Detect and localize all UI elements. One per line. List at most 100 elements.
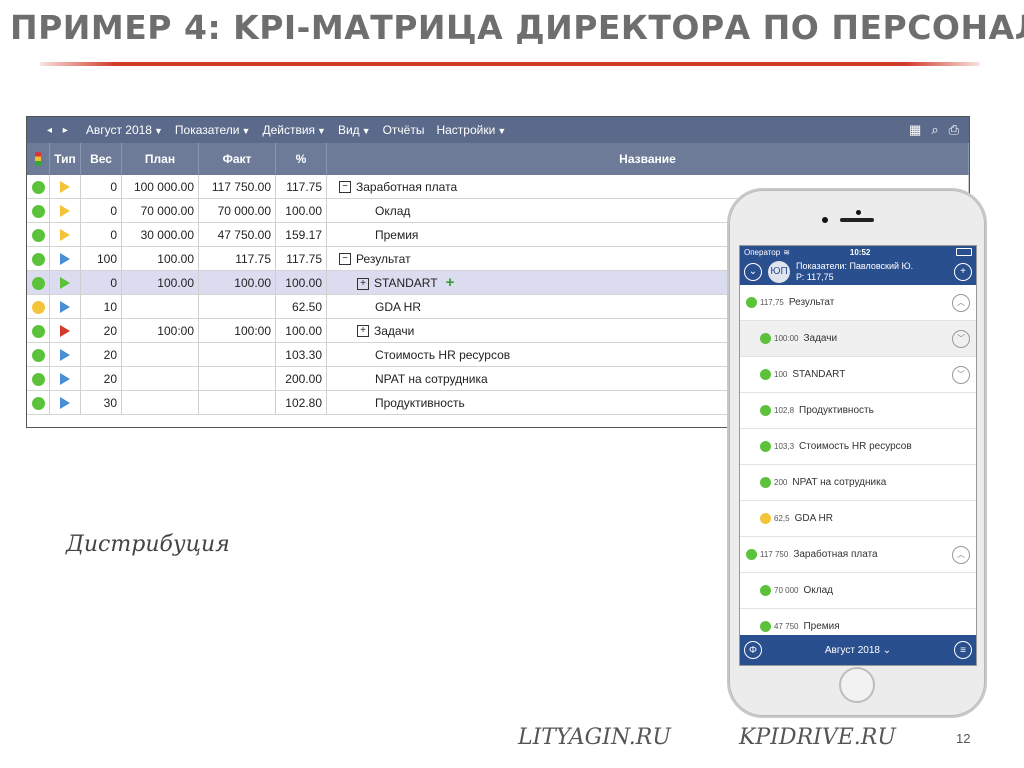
weight-cell: 20 [80, 366, 122, 391]
menu-indicators[interactable]: Показатели ▼ [175, 123, 251, 137]
list-item[interactable]: 102,8 Продуктивность [740, 393, 976, 429]
weight-cell: 0 [80, 222, 122, 247]
expand-icon[interactable]: + [357, 325, 369, 338]
kpi-name: STANDART [374, 276, 438, 290]
item-label: Продуктивность [799, 405, 874, 416]
expand-icon[interactable]: + [357, 277, 369, 290]
list-item[interactable]: 200 NPAT на сотрудника [740, 465, 976, 501]
plan-cell [121, 390, 199, 415]
chevron-up-icon[interactable]: ︿ [952, 293, 970, 312]
menu-actions[interactable]: Действия ▼ [262, 123, 326, 137]
status-dot-icon [760, 369, 771, 380]
collapse-icon[interactable]: − [339, 253, 351, 266]
item-value: 117 750 [760, 550, 789, 559]
chevron-down-icon[interactable]: ﹀ [952, 329, 970, 348]
status-dot-icon [31, 252, 45, 266]
item-label: STANDART [792, 369, 846, 380]
column-header-status[interactable] [27, 143, 50, 175]
clock-label: 10:52 [849, 247, 871, 257]
footer-site-right[interactable]: KPIDRIVE.RU [739, 725, 896, 750]
item-label: Оклад [803, 585, 833, 596]
list-item[interactable]: 70 000 Оклад [740, 573, 976, 609]
item-value: 47 750 [774, 622, 799, 631]
weight-cell: 100 [80, 246, 122, 271]
column-header-weight[interactable]: Вес [80, 143, 122, 175]
filter-button[interactable]: Φ [744, 641, 762, 659]
search-icon[interactable]: ⌕ [931, 122, 938, 138]
menu-button[interactable]: ≡ [953, 641, 972, 659]
status-dot-icon [746, 297, 757, 308]
status-cell [27, 318, 50, 343]
type-flag-icon [60, 181, 70, 194]
plan-cell: 100:00 [121, 318, 199, 343]
weight-cell: 0 [80, 270, 122, 295]
add-button[interactable]: + [954, 262, 972, 281]
home-button[interactable] [839, 667, 875, 703]
plan-cell: 100 000.00 [121, 175, 199, 199]
kpi-name: Стоимость HR ресурсов [375, 347, 511, 362]
period-dropdown[interactable]: Август 2018 ▼ [86, 123, 163, 137]
list-item[interactable]: 100:00 Задачи ﹀ [740, 321, 976, 357]
status-dot-icon [760, 333, 771, 344]
kpi-name: Заработная плата [356, 179, 458, 194]
column-header-name[interactable]: Название [326, 143, 969, 175]
type-cell [49, 222, 81, 247]
status-dot-icon [746, 549, 757, 560]
item-value: 117,75 [760, 298, 784, 307]
chevron-down-icon: ▼ [497, 126, 507, 136]
chevron-down-icon[interactable]: ﹀ [952, 365, 970, 384]
type-cell [49, 390, 81, 415]
grid-icon[interactable]: ▦ [909, 122, 921, 138]
period-nav-arrows[interactable]: ◂ ▸ [47, 125, 72, 136]
status-dot-icon [760, 477, 771, 488]
kpi-name: GDA HR [375, 299, 422, 314]
kpi-name: Результат [356, 251, 411, 266]
phone-period-selector[interactable]: Август 2018 ⌄ [825, 645, 891, 656]
type-flag-icon [60, 349, 70, 362]
print-icon[interactable]: ⎙ [949, 122, 959, 138]
battery-icon [956, 248, 972, 256]
avatar[interactable]: ЮП [768, 260, 790, 283]
item-label: Задачи [803, 333, 838, 344]
type-cell [49, 175, 81, 199]
period-label: Август 2018 [85, 123, 152, 137]
item-value: 102,8 [774, 406, 795, 415]
status-dot-icon [31, 348, 45, 362]
weight-cell: 10 [80, 294, 122, 319]
list-item[interactable]: 100 STANDART ﹀ [740, 357, 976, 393]
menu-settings[interactable]: Настройки ▼ [436, 123, 506, 137]
percent-cell: 62.50 [275, 294, 327, 319]
list-item[interactable]: 62,5 GDA HR [740, 501, 976, 537]
item-value: 103,3 [774, 442, 795, 451]
type-cell [49, 318, 81, 343]
item-label: Премия [803, 621, 840, 632]
collapse-all-button[interactable]: ⌄ [744, 262, 762, 281]
footer-site-left[interactable]: LITYAGIN.RU [518, 725, 671, 750]
column-header-plan[interactable]: План [121, 143, 199, 175]
type-flag-icon [60, 277, 70, 290]
chevron-up-icon[interactable]: ︿ [952, 545, 970, 564]
menu-view[interactable]: Вид ▼ [338, 123, 371, 137]
kpi-name: Премия [375, 227, 419, 242]
status-cell [27, 246, 50, 271]
weight-cell: 20 [80, 318, 122, 343]
plan-cell [121, 342, 199, 367]
column-header-type[interactable]: Тип [49, 143, 81, 175]
list-item[interactable]: 117 750 Заработная плата ︿ [740, 537, 976, 573]
status-dot-icon [760, 441, 771, 452]
type-flag-icon [60, 373, 70, 386]
collapse-icon[interactable]: − [339, 181, 351, 194]
column-header-fact[interactable]: Факт [198, 143, 276, 175]
kpi-name: Оклад [375, 203, 411, 218]
status-cell [27, 342, 50, 367]
weight-cell: 30 [80, 390, 122, 415]
list-item[interactable]: 103,3 Стоимость HR ресурсов [740, 429, 976, 465]
list-item[interactable]: 117,75 Результат ︿ [740, 285, 976, 321]
type-flag-icon [60, 325, 70, 338]
column-header-percent[interactable]: % [275, 143, 327, 175]
menu-reports[interactable]: Отчёты [383, 123, 425, 137]
add-child-icon[interactable]: + [446, 274, 455, 291]
menu-label: Настройки [436, 123, 496, 137]
sensor-dot [822, 217, 828, 223]
type-flag-icon [60, 229, 70, 242]
